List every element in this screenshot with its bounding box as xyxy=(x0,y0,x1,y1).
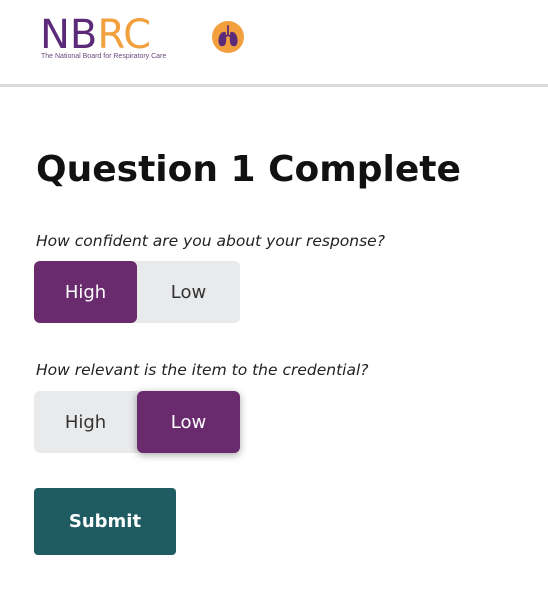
confidence-low-button[interactable]: Low xyxy=(137,261,240,323)
relevance-question: How relevant is the item to the credenti… xyxy=(36,361,369,379)
confidence-high-button[interactable]: High xyxy=(34,261,137,323)
page: NBRC The National Board for Respiratory … xyxy=(0,0,548,606)
logo-rc: RC xyxy=(97,12,152,58)
confidence-toggle: High Low xyxy=(34,261,240,323)
logo-wordmark: NBRC xyxy=(40,12,151,58)
relevance-low-button[interactable]: Low xyxy=(137,391,240,453)
main-content: Question 1 Complete How confident are yo… xyxy=(34,140,536,555)
header: NBRC The National Board for Respiratory … xyxy=(0,0,548,87)
logo-nb: NB xyxy=(40,12,98,58)
page-title: Question 1 Complete xyxy=(36,149,461,190)
nbrc-logo[interactable]: NBRC The National Board for Respiratory … xyxy=(40,12,270,72)
relevance-high-button[interactable]: High xyxy=(34,391,137,453)
submit-button[interactable]: Submit xyxy=(34,488,176,555)
lungs-icon xyxy=(212,21,244,53)
relevance-toggle: High Low xyxy=(34,391,240,453)
logo-tagline: The National Board for Respiratory Care xyxy=(41,53,167,60)
confidence-question: How confident are you about your respons… xyxy=(36,232,385,250)
